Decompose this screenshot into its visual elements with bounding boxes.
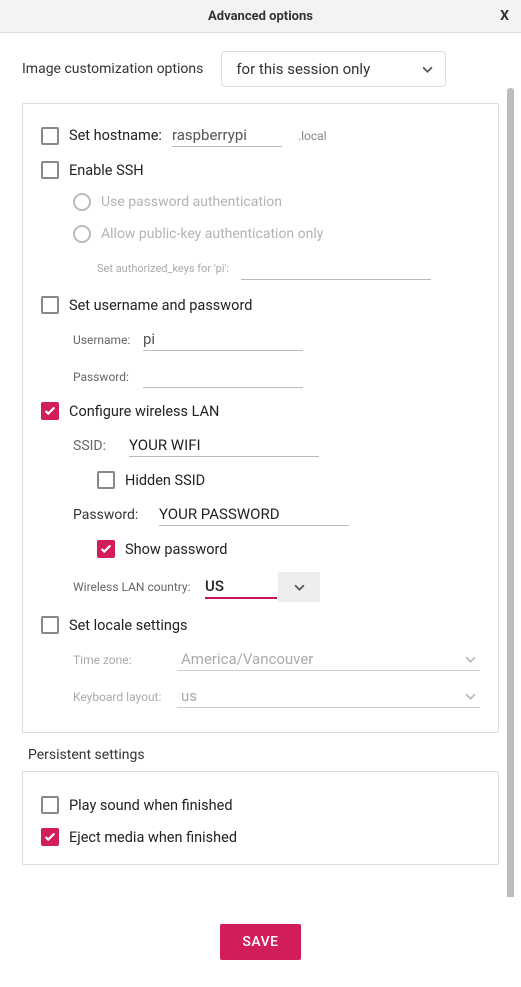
dialog-footer: SAVE [0, 897, 521, 987]
dialog-body: Image customization options for this ses… [0, 33, 521, 897]
wifi-country-input[interactable] [205, 575, 277, 599]
wifi-showpw-checkbox[interactable] [97, 540, 115, 558]
customization-scope-label: Image customization options [22, 61, 203, 77]
dialog-title: Advanced options [208, 9, 313, 24]
play-sound-checkbox[interactable] [41, 796, 59, 814]
locale-row: Set locale settings [41, 616, 480, 634]
timezone-value: America/Vancouver [181, 650, 313, 668]
wifi-hidden-row: Hidden SSID [41, 471, 480, 489]
ssh-pubkey-radio-label: Allow public-key authentication only [101, 226, 323, 242]
username-input[interactable] [143, 328, 303, 351]
password-row: Password: [41, 365, 480, 388]
chevron-down-icon [294, 582, 305, 593]
advanced-options-dialog: Advanced options X Image customization o… [0, 0, 521, 987]
chevron-down-icon [465, 691, 476, 702]
session-scope-value: for this session only [236, 60, 370, 78]
wifi-row: Configure wireless LAN [41, 402, 480, 420]
ssh-password-radio-row: Use password authentication [41, 193, 480, 211]
wifi-checkbox[interactable] [41, 402, 59, 420]
play-sound-row: Play sound when finished [41, 796, 480, 814]
ssh-authkeys-label: Set authorized_keys for 'pi': [97, 262, 229, 275]
wifi-hidden-checkbox[interactable] [97, 471, 115, 489]
wifi-ssid-input[interactable] [129, 434, 319, 457]
username-label: Username: [73, 333, 131, 347]
customization-scope-row: Image customization options for this ses… [22, 51, 499, 87]
ssh-password-radio[interactable] [73, 193, 91, 211]
save-button[interactable]: SAVE [220, 924, 300, 960]
wifi-password-input[interactable] [159, 503, 349, 526]
timezone-label: Time zone: [73, 653, 165, 667]
hostname-suffix: .local [298, 129, 327, 143]
userpass-checkbox[interactable] [41, 296, 59, 314]
wifi-password-row: Password: [41, 503, 480, 526]
hostname-label: Set hostname: [69, 127, 162, 144]
timezone-select[interactable]: America/Vancouver [177, 648, 480, 671]
close-button[interactable]: X [500, 8, 509, 24]
wifi-ssid-row: SSID: [41, 434, 480, 457]
wifi-label: Configure wireless LAN [69, 403, 219, 420]
locale-label: Set locale settings [69, 617, 188, 634]
password-input[interactable] [143, 365, 303, 388]
session-scope-select[interactable]: for this session only [221, 51, 446, 87]
hostname-input[interactable] [172, 124, 282, 147]
ssh-label: Enable SSH [69, 162, 144, 179]
keyboard-select[interactable]: us [177, 685, 480, 708]
wifi-country-combo [205, 572, 320, 602]
persistent-panel: Play sound when finished Eject media whe… [22, 771, 499, 865]
play-sound-label: Play sound when finished [69, 797, 233, 814]
userpass-label: Set username and password [69, 297, 252, 314]
ssh-checkbox[interactable] [41, 161, 59, 179]
userpass-row: Set username and password [41, 296, 480, 314]
timezone-row: Time zone: America/Vancouver [41, 648, 480, 671]
ssh-authkeys-input[interactable] [241, 257, 431, 280]
dialog-header: Advanced options X [0, 0, 521, 33]
wifi-hidden-label: Hidden SSID [125, 472, 205, 489]
eject-media-checkbox[interactable] [41, 828, 59, 846]
wifi-showpw-row: Show password [41, 540, 480, 558]
eject-media-label: Eject media when finished [69, 829, 237, 846]
wifi-country-dropdown-button[interactable] [278, 572, 320, 602]
chevron-down-icon [422, 64, 433, 75]
eject-media-row: Eject media when finished [41, 828, 480, 846]
options-panel: Set hostname: .local Enable SSH Use pass… [22, 103, 499, 733]
ssh-pubkey-radio-row: Allow public-key authentication only [41, 225, 480, 243]
wifi-country-row: Wireless LAN country: [41, 572, 480, 602]
hostname-row: Set hostname: .local [41, 124, 480, 147]
ssh-pubkey-radio[interactable] [73, 225, 91, 243]
persistent-settings-header: Persistent settings [28, 747, 499, 763]
chevron-down-icon [465, 654, 476, 665]
wifi-password-label: Password: [73, 507, 147, 523]
password-label: Password: [73, 370, 131, 384]
ssh-password-radio-label: Use password authentication [101, 194, 282, 210]
wifi-country-label: Wireless LAN country: [73, 580, 193, 594]
wifi-ssid-label: SSID: [73, 438, 117, 454]
wifi-showpw-label: Show password [125, 541, 227, 558]
locale-checkbox[interactable] [41, 616, 59, 634]
hostname-checkbox[interactable] [41, 127, 59, 145]
username-row: Username: [41, 328, 480, 351]
ssh-authkeys-row: Set authorized_keys for 'pi': [41, 257, 480, 280]
ssh-row: Enable SSH [41, 161, 480, 179]
keyboard-label: Keyboard layout: [73, 690, 165, 704]
keyboard-row: Keyboard layout: us [41, 685, 480, 708]
scrollbar-thumb[interactable] [507, 88, 514, 897]
keyboard-value: us [181, 687, 197, 705]
